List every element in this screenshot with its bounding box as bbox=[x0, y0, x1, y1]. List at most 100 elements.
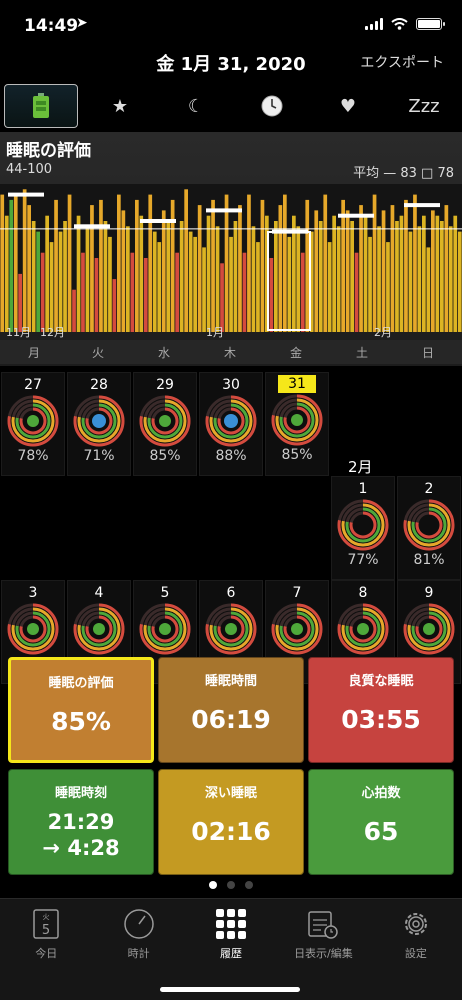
chart-bar bbox=[457, 231, 462, 332]
chart-bar bbox=[269, 258, 274, 332]
chart-bar bbox=[224, 194, 229, 332]
tile-label: 心拍数 bbox=[361, 786, 401, 801]
chart-bar bbox=[179, 221, 184, 332]
tab-today[interactable]: 火 5 今日 bbox=[0, 899, 92, 1000]
chart-bar bbox=[117, 194, 121, 332]
chart-bar bbox=[399, 215, 404, 332]
sleep-rings-icon bbox=[205, 395, 257, 447]
location-arrow-icon: ➤ bbox=[76, 15, 88, 31]
chart-bar bbox=[354, 252, 359, 332]
calendar-day[interactable]: 27 78% bbox=[1, 372, 65, 476]
tab-history[interactable]: 履歴 bbox=[185, 899, 277, 1000]
day-number: 31 bbox=[278, 375, 316, 393]
tab-label: 時計 bbox=[127, 947, 150, 960]
day-number: 3 bbox=[28, 585, 38, 601]
chart-bar bbox=[229, 236, 233, 332]
month-tick-label: 2月 bbox=[374, 326, 392, 339]
sleep-score-tile[interactable]: 睡眠の評価 85% bbox=[8, 657, 154, 763]
weekly-average-marker bbox=[206, 208, 242, 213]
quality-sleep-tile[interactable]: 良質な睡眠 03:55 bbox=[308, 657, 454, 763]
month-label-feb: 2月 bbox=[348, 458, 373, 476]
chart-average: 平均 — 83 □ 78 bbox=[353, 162, 454, 181]
export-button[interactable]: エクスポート bbox=[360, 52, 444, 72]
chart-bar bbox=[251, 226, 256, 332]
chart-bar bbox=[211, 199, 215, 332]
tile-label: 睡眠の評価 bbox=[48, 676, 114, 691]
deep-sleep-tile[interactable]: 深い睡眠 02:16 bbox=[158, 769, 304, 875]
calendar-day[interactable]: 29 85% bbox=[133, 372, 197, 476]
tab-settings[interactable]: 設定 bbox=[370, 899, 462, 1000]
chart-bar bbox=[188, 231, 193, 332]
day-number: 4 bbox=[94, 585, 104, 601]
chart-bar bbox=[166, 221, 171, 332]
weekly-average-marker bbox=[74, 224, 110, 229]
chart-bar bbox=[206, 215, 211, 332]
page-dot bbox=[245, 881, 253, 889]
chart-bar bbox=[215, 226, 220, 332]
chart-bar bbox=[94, 258, 99, 332]
sleep-duration-tile[interactable]: 睡眠時間 06:19 bbox=[158, 657, 304, 763]
chart-bar bbox=[408, 231, 413, 332]
chart-bar bbox=[448, 226, 453, 332]
weekly-average-marker bbox=[140, 219, 176, 223]
heart-icon: ♥ bbox=[339, 95, 357, 117]
weekly-average-marker bbox=[8, 192, 44, 197]
day-number: 8 bbox=[358, 585, 368, 601]
day-number: 30 bbox=[222, 377, 240, 393]
calendar-day[interactable]: 28 71% bbox=[67, 372, 131, 476]
chart-bar bbox=[386, 242, 390, 332]
legend-value: □ 78 bbox=[421, 166, 454, 181]
tab-label: 設定 bbox=[404, 947, 427, 960]
chart-bar bbox=[332, 215, 336, 332]
bottom-tab-bar: 火 5 今日 時計 履歴 日表示/編集 設定 bbox=[0, 898, 462, 1000]
weekday-label: 金 bbox=[290, 345, 302, 360]
weekday-label: 月 bbox=[28, 346, 40, 360]
chart-bar bbox=[287, 236, 292, 332]
status-time: 14:49 bbox=[24, 16, 79, 36]
chart-bar bbox=[99, 199, 103, 332]
chart-bar bbox=[9, 199, 14, 332]
chart-bar bbox=[197, 205, 202, 332]
star-icon: ★ bbox=[111, 95, 129, 117]
tile-value: 06:19 bbox=[191, 705, 271, 734]
clock-icon bbox=[261, 95, 283, 117]
chart-bar bbox=[274, 221, 278, 332]
chart-bar bbox=[233, 221, 238, 332]
tile-value: 21:29 → 4:28 bbox=[9, 809, 153, 861]
tab-clock[interactable] bbox=[234, 84, 310, 128]
sleep-rings-icon bbox=[139, 395, 191, 447]
weekday-label: 火 bbox=[92, 346, 104, 360]
tab-day-edit[interactable]: 日表示/編集 bbox=[277, 899, 369, 1000]
sleep-rings-icon bbox=[205, 603, 257, 655]
calendar-day[interactable]: 30 88% bbox=[199, 372, 263, 476]
day-number: 5 bbox=[160, 585, 170, 601]
chart-bar bbox=[440, 221, 444, 332]
bedtime-tile[interactable]: 睡眠時刻 21:29 → 4:28 bbox=[8, 769, 154, 875]
day-number: 2 bbox=[424, 481, 434, 497]
grid-icon bbox=[216, 909, 247, 939]
chart-bar bbox=[350, 221, 354, 332]
tile-value: 85% bbox=[51, 707, 111, 736]
month-tick-label: 12月 bbox=[40, 326, 65, 339]
calendar-clock-icon bbox=[308, 911, 339, 939]
calendar-day[interactable]: 2 81% bbox=[397, 476, 461, 580]
metric-tab-bar: ★ ☾ ♥ Zzz bbox=[0, 84, 462, 128]
sleep-rings-icon bbox=[271, 394, 323, 446]
tab-zzz[interactable]: Zzz bbox=[386, 84, 462, 128]
calendar-day[interactable]: 1 77% bbox=[331, 476, 395, 580]
chart-bar bbox=[256, 242, 260, 332]
tab-clock[interactable]: 時計 bbox=[92, 899, 184, 1000]
signal-icon bbox=[365, 18, 383, 30]
tab-heart[interactable]: ♥ bbox=[310, 84, 386, 128]
tab-battery[interactable] bbox=[4, 84, 78, 128]
heart-rate-tile[interactable]: 心拍数 65 bbox=[308, 769, 454, 875]
weekly-average-marker bbox=[338, 213, 374, 218]
tab-star[interactable]: ★ bbox=[82, 84, 158, 128]
day-number: 29 bbox=[156, 377, 174, 393]
gear-icon bbox=[404, 913, 427, 935]
day-score: 78% bbox=[17, 448, 49, 464]
tab-moon[interactable]: ☾ bbox=[158, 84, 234, 128]
chart-bar bbox=[175, 252, 179, 332]
calendar-day[interactable]: 31 85% bbox=[265, 372, 329, 476]
chart-canvas[interactable]: 11月 12月 1月 2月月 火 水 木 金 土 日 bbox=[0, 180, 462, 366]
